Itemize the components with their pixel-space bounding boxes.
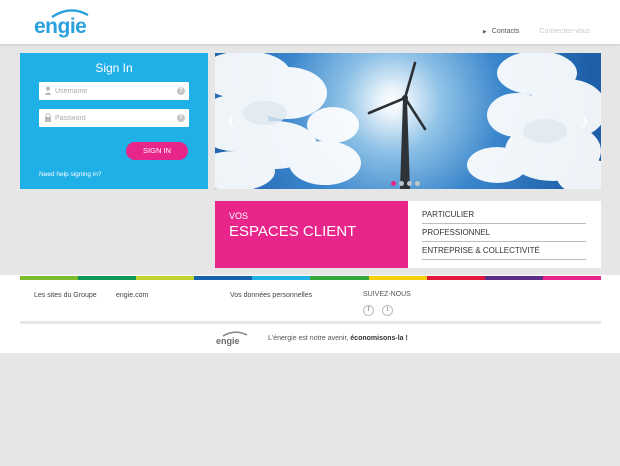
tagline: L'énergie est notre avenir, économisons-… — [268, 335, 408, 342]
tagline-start: L'énergie est notre avenir, — [268, 335, 351, 342]
contacts-link[interactable]: ▶ Contacts — [483, 28, 519, 35]
color-segment — [78, 276, 137, 280]
color-segment — [542, 276, 601, 280]
espaces-pre: VOS — [229, 211, 249, 221]
tagline-bold: économisons-la ! — [350, 335, 408, 342]
username-input[interactable] — [55, 82, 175, 100]
signin-panel: Sign In ? ? SIGN IN Need help signing in… — [20, 53, 208, 189]
espaces-title: ESPACES CLIENT — [229, 223, 357, 240]
footer-divider — [20, 321, 601, 324]
espaces-menu: PARTICULIER PROFESSIONNEL ENTREPRISE & C… — [408, 201, 601, 268]
color-segment — [368, 276, 427, 280]
help-icon[interactable]: ? — [177, 114, 185, 122]
color-segment — [194, 276, 253, 280]
engie-com-link[interactable]: engie.com — [116, 292, 148, 299]
logo-text: engie — [34, 15, 87, 38]
user-icon — [44, 86, 52, 95]
top-links: ▶ Contacts Connectez-vous — [483, 28, 590, 35]
carousel-prev-button[interactable]: ❮ — [227, 117, 235, 128]
color-segment — [484, 276, 543, 280]
divider — [422, 259, 586, 260]
username-field[interactable]: ? — [39, 82, 189, 100]
color-segment — [310, 276, 369, 280]
need-help-link[interactable]: Need help signing in? — [39, 171, 102, 178]
carousel-dot[interactable] — [415, 181, 420, 186]
signin-title: Sign In — [95, 61, 133, 75]
color-segment — [252, 276, 311, 280]
hero-carousel: ❮ ❯ — [215, 53, 601, 189]
password-field[interactable]: ? — [39, 109, 189, 127]
divider — [422, 241, 586, 242]
signin-button[interactable]: SIGN IN — [126, 142, 188, 160]
color-segment — [136, 276, 195, 280]
carousel-next-button[interactable]: ❯ — [581, 117, 589, 128]
espace-particulier-link[interactable]: PARTICULIER — [422, 210, 586, 223]
espaces-client-banner: VOS ESPACES CLIENT — [215, 201, 414, 268]
carousel-dot[interactable] — [399, 181, 404, 186]
donnees-link[interactable]: Vos données personnelles — [230, 292, 312, 299]
carousel-dot[interactable] — [391, 181, 396, 186]
footer: Les sites du Groupe engie.com Vos donnée… — [0, 275, 620, 353]
les-sites-link[interactable]: Les sites du Groupe — [34, 292, 97, 299]
wind-turbine-image — [215, 53, 601, 189]
color-segment — [426, 276, 485, 280]
contacts-label: Contacts — [491, 28, 520, 35]
suivez-label: SUIVEZ-NOUS — [363, 291, 411, 298]
color-bar — [20, 276, 601, 280]
help-icon[interactable]: ? — [177, 87, 185, 95]
connect-link[interactable]: Connectez-vous — [539, 28, 590, 35]
espace-entreprise-link[interactable]: ENTREPRISE & COLLECTIVITÉ — [422, 246, 586, 259]
engie-logo[interactable]: engie — [34, 8, 106, 38]
twitter-icon[interactable]: t — [382, 305, 393, 316]
color-segment — [20, 276, 79, 280]
lock-icon — [45, 113, 51, 122]
divider — [422, 223, 586, 224]
carousel-dots — [391, 181, 420, 186]
espace-professionnel-link[interactable]: PROFESSIONNEL — [422, 228, 586, 241]
facebook-icon[interactable]: f — [363, 305, 374, 316]
arrow-right-icon: ▶ — [482, 28, 487, 35]
footer-logo: engie — [216, 331, 254, 347]
footer-logo-text: engie — [216, 336, 240, 346]
carousel-dot[interactable] — [407, 181, 412, 186]
password-input[interactable] — [55, 109, 175, 127]
header: engie ▶ Contacts Connectez-vous — [0, 0, 620, 44]
